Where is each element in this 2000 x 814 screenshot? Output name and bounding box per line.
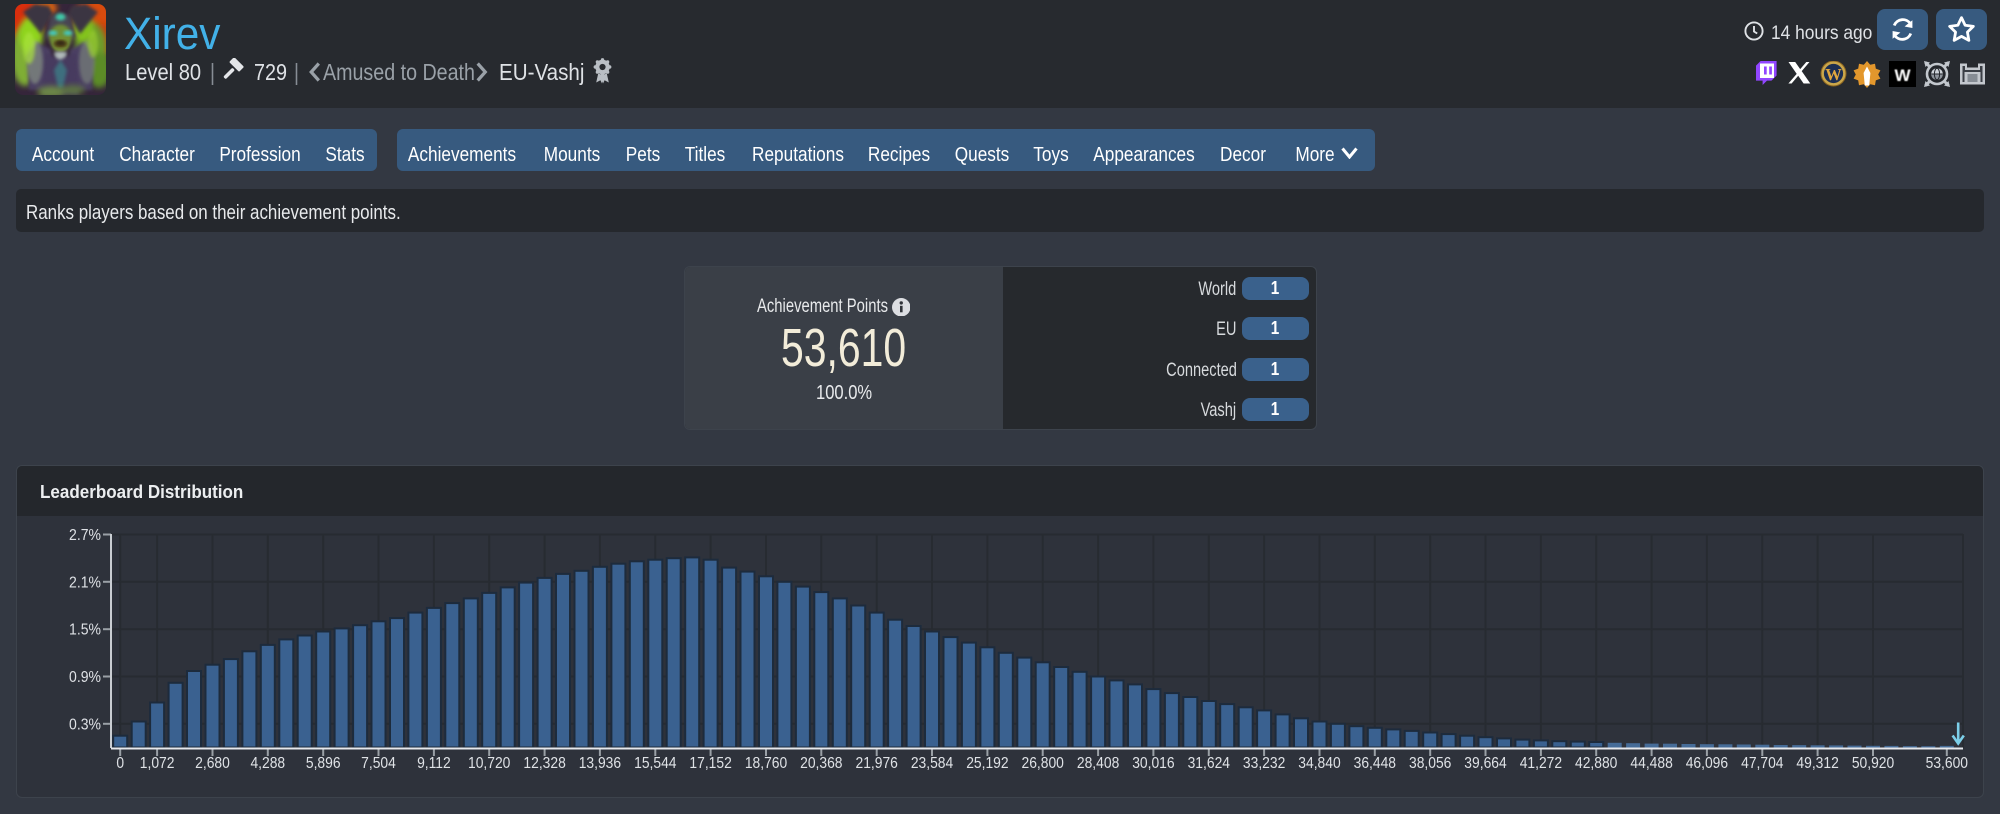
svg-text:33,232: 33,232	[1243, 755, 1285, 772]
svg-text:50,920: 50,920	[1852, 755, 1894, 772]
svg-text:7,504: 7,504	[361, 755, 396, 772]
svg-text:21,976: 21,976	[856, 755, 898, 772]
svg-text:42,880: 42,880	[1575, 755, 1617, 772]
svg-text:38,056: 38,056	[1409, 755, 1451, 772]
svg-text:20,368: 20,368	[800, 755, 842, 772]
svg-text:39,664: 39,664	[1464, 755, 1506, 772]
svg-text:10,720: 10,720	[468, 755, 510, 772]
svg-text:5,896: 5,896	[306, 755, 341, 772]
svg-text:4,288: 4,288	[250, 755, 285, 772]
svg-text:0.9%: 0.9%	[69, 669, 101, 686]
svg-text:23,584: 23,584	[911, 755, 953, 772]
svg-text:25,192: 25,192	[966, 755, 1008, 772]
svg-text:34,840: 34,840	[1298, 755, 1340, 772]
svg-text:2.1%: 2.1%	[69, 575, 101, 592]
svg-text:9,112: 9,112	[417, 755, 451, 772]
svg-text:46,096: 46,096	[1686, 755, 1728, 772]
svg-text:18,760: 18,760	[745, 755, 787, 772]
svg-text:53,600: 53,600	[1926, 755, 1968, 772]
svg-text:2.7%: 2.7%	[69, 527, 101, 544]
svg-text:1,072: 1,072	[140, 755, 175, 772]
svg-text:41,272: 41,272	[1520, 755, 1562, 772]
svg-text:26,800: 26,800	[1022, 755, 1064, 772]
svg-text:2,680: 2,680	[195, 755, 230, 772]
svg-text:13,936: 13,936	[579, 755, 621, 772]
svg-text:36,448: 36,448	[1354, 755, 1396, 772]
svg-text:44,488: 44,488	[1630, 755, 1672, 772]
svg-text:30,016: 30,016	[1132, 755, 1174, 772]
svg-text:28,408: 28,408	[1077, 755, 1119, 772]
svg-text:17,152: 17,152	[689, 755, 731, 772]
svg-text:15,544: 15,544	[634, 755, 676, 772]
svg-text:49,312: 49,312	[1796, 755, 1838, 772]
svg-text:12,328: 12,328	[523, 755, 565, 772]
svg-text:31,624: 31,624	[1188, 755, 1230, 772]
svg-text:1.5%: 1.5%	[69, 622, 101, 639]
svg-text:47,704: 47,704	[1741, 755, 1783, 772]
svg-text:0.3%: 0.3%	[69, 717, 101, 734]
svg-text:0: 0	[116, 755, 124, 772]
